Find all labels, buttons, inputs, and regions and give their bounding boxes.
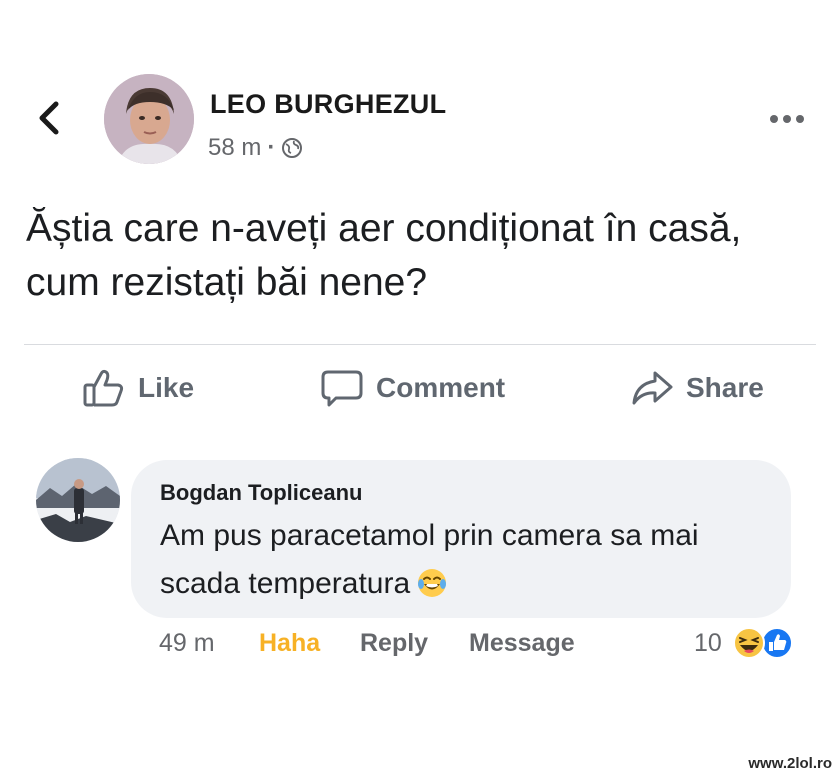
haha-reaction-button[interactable]: Haha (259, 629, 320, 658)
like-button[interactable]: Like (82, 366, 194, 410)
thumbs-up-icon (83, 369, 124, 407)
post-meta: 58 m · (208, 134, 303, 162)
comment-icon (321, 370, 363, 407)
watermark: www.2lol.ro (748, 755, 832, 772)
comment-label: Comment (376, 372, 506, 403)
globe-icon (282, 138, 303, 158)
like-label: Like (138, 372, 195, 403)
post-divider (24, 344, 816, 345)
post-time[interactable]: 58 m (208, 134, 261, 162)
reaction-icons (732, 626, 802, 660)
comment-author-name[interactable]: Bogdan Topliceanu (160, 480, 362, 506)
haha-reaction-icon (732, 627, 765, 659)
share-label: Share (686, 372, 764, 403)
comment-time[interactable]: 49 m (159, 629, 215, 658)
author-avatar-image (104, 74, 194, 164)
reaction-count: 10 (694, 628, 722, 657)
laughing-tears-emoji (418, 569, 447, 597)
reaction-summary[interactable]: 10 (694, 626, 802, 660)
back-arrow-icon[interactable] (34, 98, 66, 138)
author-avatar[interactable] (104, 74, 194, 164)
share-arrow-icon (632, 371, 673, 405)
comment-button[interactable]: Comment (320, 366, 505, 410)
commenter-avatar[interactable] (36, 458, 120, 542)
share-button[interactable]: Share (630, 366, 764, 410)
comment-text: Am pus paracetamol prin camera sa mai sc… (160, 512, 780, 608)
meta-separator: · (267, 134, 276, 161)
message-button[interactable]: Message (469, 629, 575, 658)
commenter-avatar-image (36, 458, 120, 542)
reply-button[interactable]: Reply (360, 629, 428, 658)
post-author-name[interactable]: LEO BURGHEZUL (210, 89, 446, 120)
post-text: Ăștia care n-aveți aer condiționat în ca… (26, 207, 742, 304)
more-options-icon[interactable] (768, 113, 806, 125)
